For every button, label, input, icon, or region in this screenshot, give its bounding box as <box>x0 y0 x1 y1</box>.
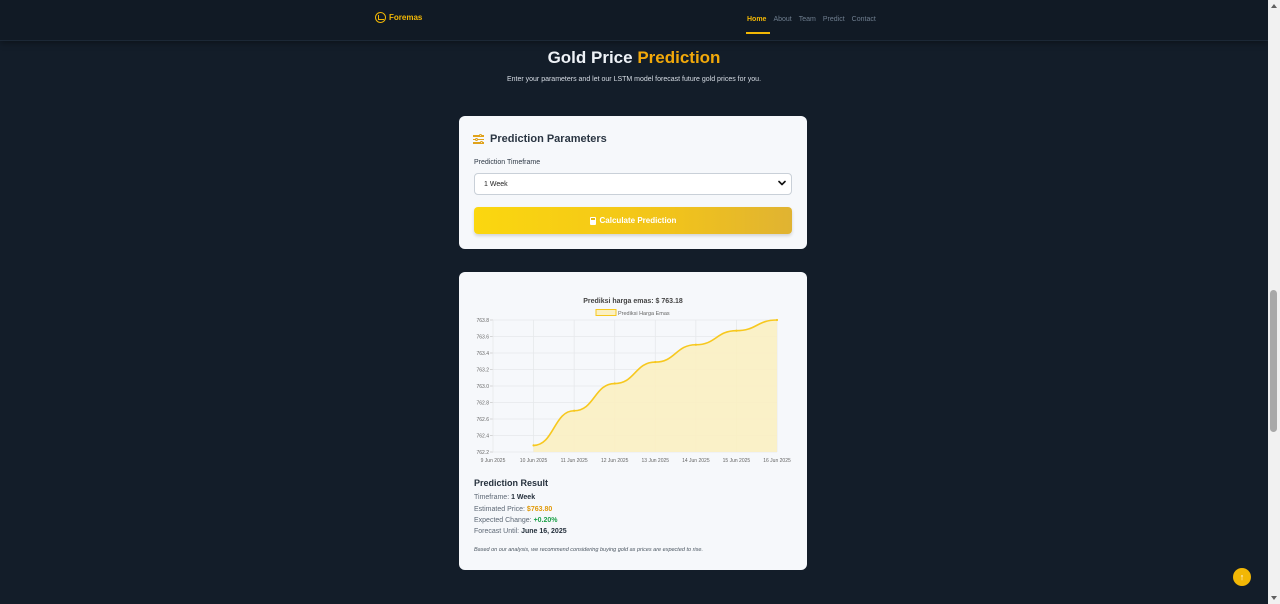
nav-link-predict[interactable]: Predict <box>823 16 845 23</box>
y-tick-label: 762.4 <box>476 434 489 440</box>
data-point <box>775 318 779 322</box>
y-tick-label: 762.2 <box>476 450 489 456</box>
page-subtitle: Enter your parameters and let our LSTM m… <box>506 76 762 83</box>
result-price-label: Estimated Price: <box>474 506 525 513</box>
x-tick-label: 10 Jun 2025 <box>520 458 548 464</box>
timeframe-select[interactable]: 1 Week <box>474 173 792 195</box>
calculate-button-label: Calculate Prediction <box>599 216 677 225</box>
brand-link[interactable]: Foremas <box>375 12 422 23</box>
timeframe-label: Prediction Timeframe <box>474 159 541 166</box>
page-title: Gold Price Prediction <box>0 48 1268 68</box>
result-change-value: +0.20% <box>533 517 558 524</box>
top-navbar: Foremas Home About Team Predict Contact <box>0 0 1268 41</box>
chart-logo-icon <box>375 12 386 23</box>
timeframe-selected-value: 1 Week <box>484 181 508 188</box>
result-price-value: $763.80 <box>526 506 553 513</box>
x-tick-label: 9 Jun 2025 <box>481 458 506 464</box>
y-tick-label: 763.2 <box>476 368 489 374</box>
arrow-up-icon: ↑ <box>1239 571 1245 582</box>
chart-title: Prediksi harga emas: $ 763.18 <box>583 298 683 305</box>
result-timeframe: Timeframe: 1 Week <box>474 494 535 501</box>
nav-links: Home About Team Predict Contact <box>745 16 876 34</box>
x-tick-label: 16 Jun 2025 <box>763 458 791 464</box>
result-until-label: Forecast Until: <box>474 528 520 535</box>
scroll-thumb[interactable] <box>1270 290 1277 432</box>
y-tick-label: 763.8 <box>476 318 489 324</box>
result-change: Expected Change: +0.20% <box>474 517 558 524</box>
calculator-icon <box>589 216 596 225</box>
result-until: Forecast Until: June 16, 2025 <box>474 528 567 535</box>
prediction-chart: Prediksi harga emas: $ 763.18 Prediksi Ha… <box>476 298 791 464</box>
x-tick-label: 13 Jun 2025 <box>642 458 670 464</box>
parameters-card: Prediction Parameters Prediction Timefra… <box>459 116 807 249</box>
page-scrollbar[interactable] <box>1268 0 1280 604</box>
result-price: Estimated Price: $763.80 <box>474 506 552 513</box>
x-tick-label: 12 Jun 2025 <box>601 458 629 464</box>
data-point <box>654 360 657 364</box>
result-timeframe-value: 1 Week <box>511 494 536 501</box>
data-point <box>573 409 576 412</box>
y-tick-label: 762.6 <box>476 417 489 423</box>
brand-name: Foremas <box>389 13 423 22</box>
parameters-header: Prediction Parameters <box>473 133 607 145</box>
sliders-icon <box>473 134 484 144</box>
calculate-prediction-button[interactable]: Calculate Prediction <box>474 207 792 234</box>
y-tick-label: 763.6 <box>476 335 489 341</box>
y-tick-label: 763.4 <box>476 351 489 357</box>
nav-link-about[interactable]: About <box>773 16 791 23</box>
scroll-down-arrow-icon[interactable] <box>1271 596 1277 600</box>
back-to-top-button[interactable]: ↑ <box>1233 568 1251 586</box>
legend-label: Prediksi Harga Emas <box>618 311 670 317</box>
data-point <box>735 329 738 332</box>
parameters-title: Prediction Parameters <box>490 133 607 145</box>
x-tick-label: 15 Jun 2025 <box>723 458 751 464</box>
result-title: Prediction Result <box>474 478 549 488</box>
data-point <box>613 382 616 385</box>
chevron-down-icon <box>778 180 786 186</box>
nav-link-home[interactable]: Home <box>745 16 772 34</box>
result-card: Prediksi harga emas: $ 763.18 Prediksi Ha… <box>459 272 807 570</box>
result-change-label: Expected Change: <box>474 517 532 524</box>
legend-swatch <box>595 309 617 316</box>
x-tick-label: 11 Jun 2025 <box>561 458 588 464</box>
page-title-main: Gold Price <box>547 48 638 67</box>
y-tick-label: 763.0 <box>476 384 489 390</box>
data-point <box>532 444 535 447</box>
recommendation-note: Based on our analysis, we recommend cons… <box>474 547 703 553</box>
y-tick-label: 762.8 <box>476 401 489 407</box>
nav-link-contact[interactable]: Contact <box>852 16 876 23</box>
result-until-value: June 16, 2025 <box>521 528 567 535</box>
data-point <box>694 343 697 346</box>
nav-link-team[interactable]: Team <box>799 16 816 23</box>
scroll-up-arrow-icon[interactable] <box>1271 4 1277 8</box>
page-title-accent: Prediction <box>637 48 721 67</box>
x-tick-label: 14 Jun 2025 <box>682 458 710 464</box>
result-timeframe-label: Timeframe: <box>474 494 510 501</box>
